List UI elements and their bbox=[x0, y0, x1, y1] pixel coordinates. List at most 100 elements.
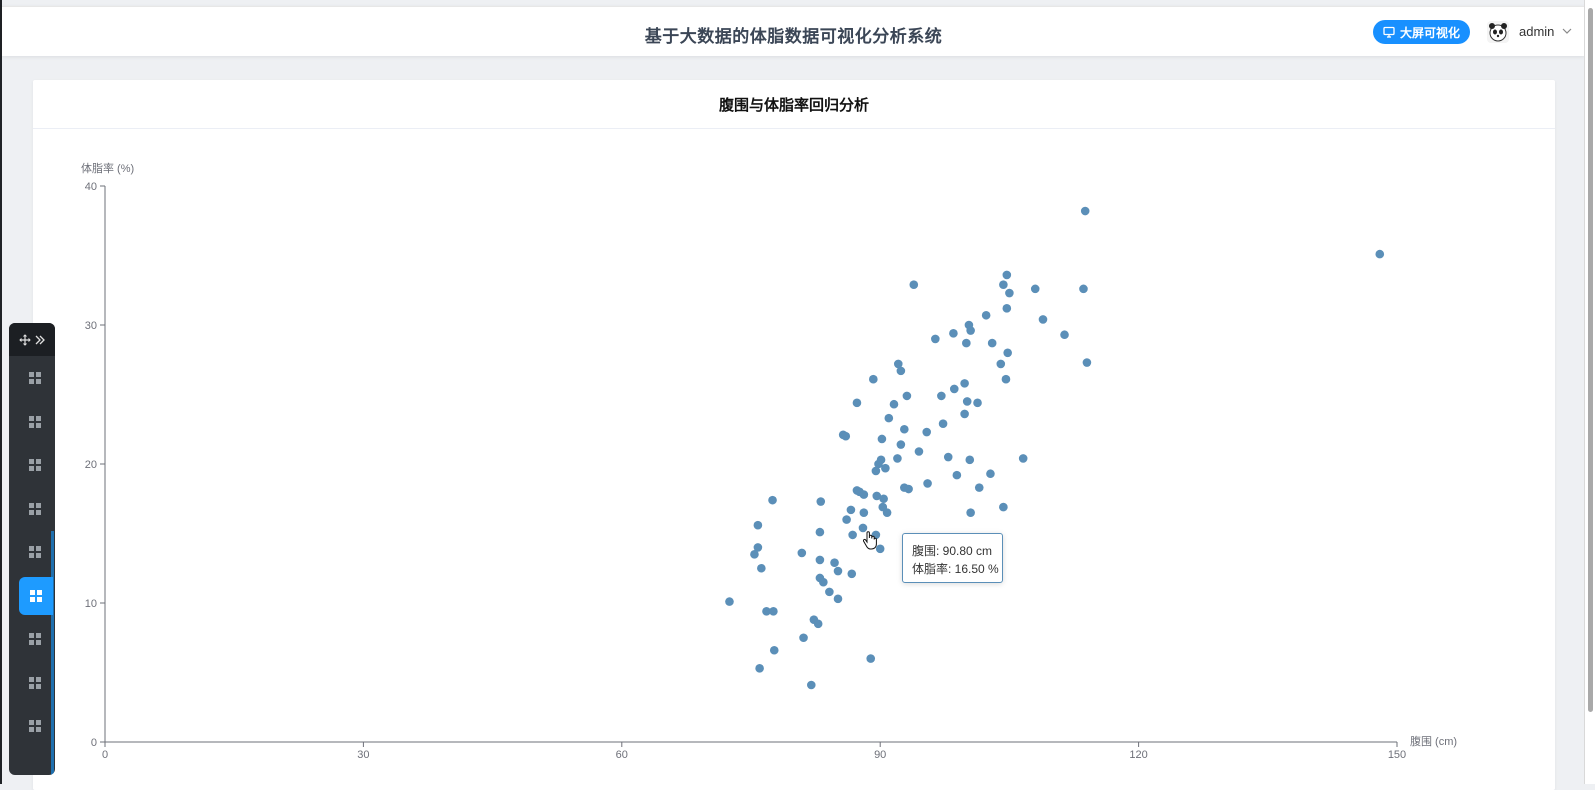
scatter-point bbox=[889, 399, 899, 409]
scatter-point bbox=[882, 508, 892, 517]
scatter-point bbox=[816, 497, 826, 506]
scatter-point bbox=[842, 515, 851, 524]
y-tick-label: 30 bbox=[85, 320, 97, 332]
nav-item-1[interactable] bbox=[19, 359, 51, 397]
grid-icon bbox=[29, 372, 41, 384]
scatter-point bbox=[871, 466, 881, 476]
scatter-point bbox=[806, 680, 816, 690]
scatter-chart: 0 30 60 90 120 150 0 10 20 30 40 腹围 (cm) 体脂率 (%) bbox=[81, 161, 1457, 761]
scatter-point bbox=[1002, 304, 1012, 313]
x-tick-label: 60 bbox=[616, 749, 628, 761]
scatter-point bbox=[768, 495, 777, 505]
nav-active-rail bbox=[51, 531, 54, 775]
scatter-point bbox=[914, 447, 924, 456]
scatter-point bbox=[866, 654, 876, 663]
x-tick-label: 0 bbox=[102, 749, 108, 761]
scatter-point bbox=[904, 484, 913, 494]
scatter-point bbox=[900, 424, 909, 434]
move-icon[interactable] bbox=[19, 333, 31, 346]
scatter-point bbox=[879, 494, 888, 504]
scatter-point bbox=[987, 338, 997, 348]
scatter-point bbox=[962, 338, 971, 348]
y-tick-label: 10 bbox=[85, 598, 97, 610]
scatter-point bbox=[966, 326, 975, 335]
nav-item-4[interactable] bbox=[19, 490, 51, 528]
scatter-point bbox=[949, 384, 959, 394]
scatter-point bbox=[999, 280, 1008, 289]
scatter-point bbox=[877, 434, 887, 444]
scatter-point bbox=[952, 470, 962, 480]
scatter-point bbox=[996, 359, 1006, 369]
scatter-point bbox=[848, 530, 857, 540]
scatter-point bbox=[981, 310, 991, 320]
scatter-point bbox=[949, 329, 958, 338]
scatter-point bbox=[922, 427, 932, 437]
tooltip-line-y: 体脂率: 16.50 % bbox=[912, 562, 999, 576]
scatter-point bbox=[1080, 206, 1090, 216]
chart-tooltip: 腹围: 90.80 cm 体脂率: 16.50 % bbox=[902, 533, 1003, 583]
nav-item-8[interactable] bbox=[19, 664, 51, 702]
scatter-point bbox=[884, 413, 894, 423]
float-nav-toolbar bbox=[9, 323, 55, 356]
scatter-point bbox=[966, 508, 975, 517]
grid-icon bbox=[29, 459, 41, 471]
scatter-point bbox=[846, 505, 856, 515]
nav-item-2[interactable] bbox=[19, 403, 51, 441]
scatter-point bbox=[1003, 348, 1012, 358]
scatter-point bbox=[815, 527, 825, 537]
scatter-point bbox=[943, 452, 953, 462]
scatter-point bbox=[909, 280, 919, 289]
y-tick-label: 40 bbox=[85, 181, 97, 193]
double-chevron-right-icon[interactable] bbox=[35, 335, 45, 345]
scatter-point bbox=[1079, 284, 1088, 294]
scatter-point bbox=[847, 569, 857, 579]
scatter-point bbox=[896, 366, 906, 376]
scatter-point bbox=[1082, 358, 1092, 367]
scatter-point bbox=[999, 502, 1008, 512]
x-tick-label: 150 bbox=[1388, 749, 1406, 761]
scatter-point bbox=[1018, 454, 1028, 463]
grid-icon bbox=[29, 633, 41, 645]
scatter-point bbox=[841, 431, 851, 441]
scatter-point bbox=[1030, 284, 1040, 294]
scatter-point bbox=[833, 566, 843, 576]
scatter-point bbox=[869, 374, 878, 384]
nav-item-9[interactable] bbox=[19, 707, 51, 745]
scatter-point bbox=[974, 483, 984, 492]
scatter-point bbox=[813, 619, 823, 629]
y-axis-label: 体脂率 (%) bbox=[81, 161, 134, 175]
hand-cursor-icon bbox=[862, 531, 877, 550]
scatter-point bbox=[825, 587, 834, 597]
nav-item-5[interactable] bbox=[19, 533, 51, 571]
scatter-point bbox=[819, 577, 828, 587]
nav-item-7[interactable] bbox=[19, 620, 51, 658]
grid-icon bbox=[29, 415, 41, 428]
scatter-point bbox=[965, 455, 975, 465]
grid-icon bbox=[29, 546, 41, 558]
scatter-point bbox=[830, 558, 839, 567]
scatter-point bbox=[1001, 374, 1011, 384]
y-tick-label: 0 bbox=[91, 737, 97, 749]
nav-item-3[interactable] bbox=[19, 446, 51, 484]
scatter-point bbox=[725, 597, 734, 606]
scatter-point bbox=[769, 607, 778, 616]
scatter-point bbox=[1005, 288, 1014, 298]
x-tick-label: 120 bbox=[1129, 749, 1147, 761]
nav-item-6[interactable] bbox=[19, 576, 53, 615]
scatter-point bbox=[859, 490, 869, 499]
scatter-point bbox=[962, 397, 972, 406]
scatter-point bbox=[852, 398, 862, 408]
x-tick-label: 30 bbox=[357, 749, 369, 761]
x-axis-label: 腹围 (cm) bbox=[1410, 734, 1457, 748]
scatter-point bbox=[859, 508, 869, 517]
scatter-point bbox=[797, 548, 807, 558]
scatter-point bbox=[960, 409, 969, 419]
scatter-point bbox=[755, 664, 764, 673]
scatter-point bbox=[881, 463, 890, 473]
scatter-point bbox=[1002, 270, 1012, 280]
scatter-point bbox=[973, 398, 982, 408]
scatter-point bbox=[937, 391, 946, 401]
scatter-point bbox=[923, 479, 932, 488]
scatter-point bbox=[986, 469, 995, 479]
grid-icon bbox=[29, 676, 41, 689]
